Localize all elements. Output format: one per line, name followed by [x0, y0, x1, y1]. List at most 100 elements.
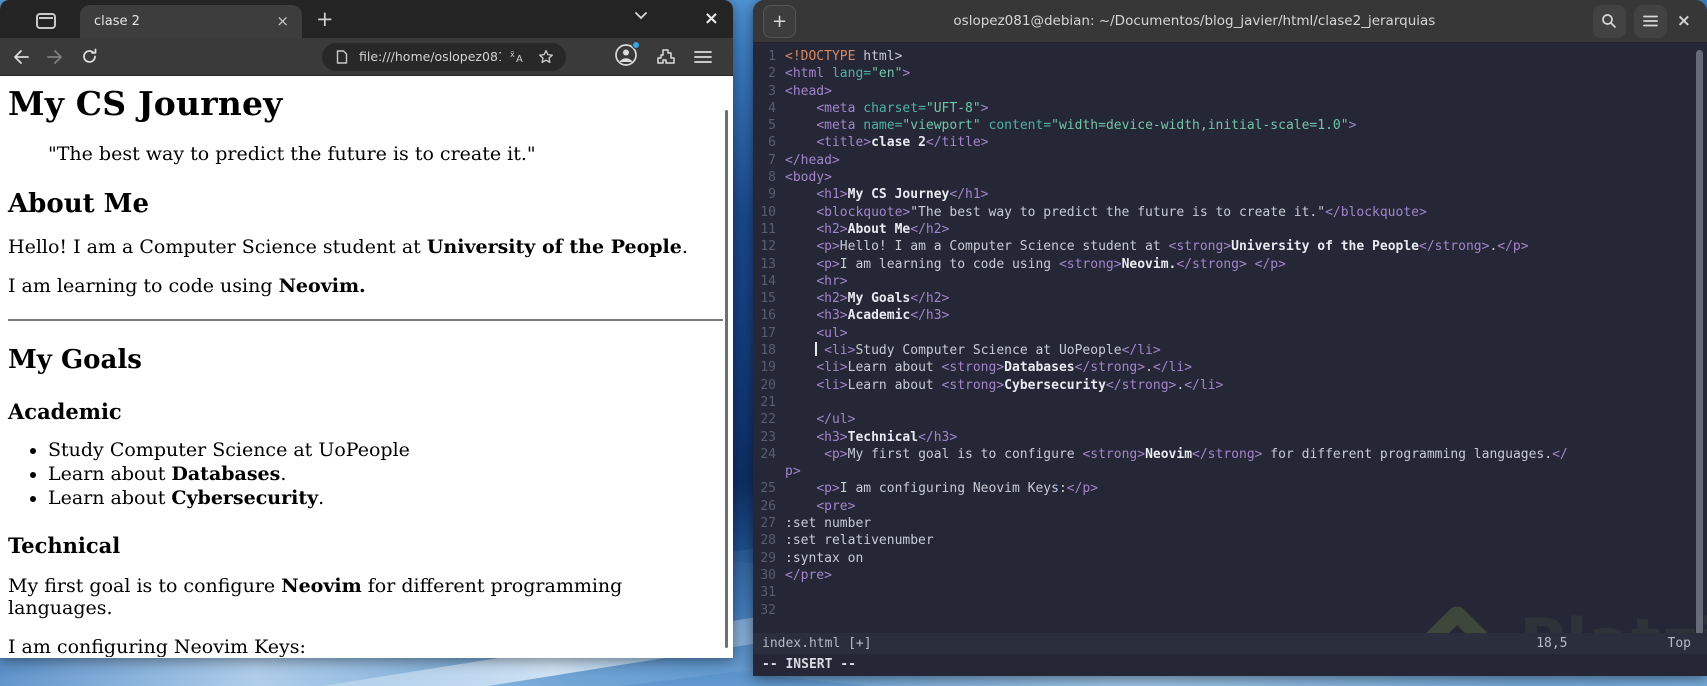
- back-icon[interactable]: [10, 46, 32, 68]
- terminal-window: + oslopez081@debian: ~/Documentos/blog_j…: [753, 0, 1707, 676]
- code-line-23: 23 <h3>Technical</h3>: [753, 429, 1707, 446]
- browser-toolbar: file:///home/oslopez081/Documentos/blog_…: [0, 38, 733, 76]
- code-line-30: 30 </pre>: [753, 567, 1707, 584]
- line-number: 8: [768, 170, 776, 186]
- page-paragraph-learning: I am learning to code using Neovim.: [8, 275, 366, 297]
- line-number: 24: [760, 446, 776, 462]
- chevron-down-icon[interactable]: [630, 4, 652, 26]
- page-h3-technical: Technical: [8, 533, 121, 558]
- page-h2-goals: My Goals: [8, 345, 142, 375]
- line-number: 10: [760, 204, 776, 220]
- browser-menu-icon[interactable]: [692, 46, 714, 68]
- vim-mode-line: -- INSERT --: [753, 654, 1707, 676]
- line-number: 16: [760, 308, 776, 324]
- browser-titlebar: clase 2 × + ×: [0, 0, 733, 38]
- statusline-filename: index.html [+]: [762, 635, 872, 651]
- terminal-header: + oslopez081@debian: ~/Documentos/blog_j…: [753, 0, 1707, 43]
- browser-tab[interactable]: clase 2 ×: [80, 5, 302, 38]
- page-h1: My CS Journey: [8, 84, 283, 123]
- code-line-20: 20 <li>Learn about <strong>Cybersecurity…: [753, 377, 1707, 394]
- page-h3-academic: Academic: [8, 399, 122, 424]
- page-scrollbar[interactable]: [725, 110, 728, 648]
- rendered-page: My CS Journey "The best way to predict t…: [0, 76, 733, 657]
- page-paragraph-keys: I am configuring Neovim Keys:: [8, 636, 306, 657]
- new-tab-button[interactable]: +: [316, 9, 334, 30]
- line-number: 22: [760, 412, 776, 428]
- code-line-12: 12 <p>Hello! I am a Computer Science stu…: [753, 238, 1707, 255]
- profile-avatar[interactable]: [614, 40, 640, 71]
- extensions-icon[interactable]: [654, 46, 676, 68]
- list-item: Learn about Cybersecurity.: [48, 487, 723, 509]
- sync-badge: [632, 40, 640, 49]
- line-number: 12: [760, 239, 776, 255]
- terminal-close-button[interactable]: ×: [1677, 11, 1691, 31]
- page-blockquote: "The best way to predict the future is t…: [48, 143, 536, 165]
- code-line-27: 27:set number: [753, 515, 1707, 532]
- code-area[interactable]: 1 <!DOCTYPE html> 2 <html lang="en"> 3 <head>…: [753, 48, 1707, 619]
- line-number: 19: [760, 360, 776, 376]
- code-line-8: 8 <body>: [753, 169, 1707, 186]
- line-number: 26: [760, 498, 776, 514]
- code-line-29: 29:syntax on: [753, 550, 1707, 567]
- translate-icon[interactable]: x̄ A: [507, 46, 529, 68]
- page-paragraph-goal: My first goal is to configure Neovim for…: [8, 575, 623, 619]
- code-line-2: 2 <html lang="en">: [753, 65, 1707, 82]
- line-number: 20: [760, 377, 776, 393]
- terminal-search-icon[interactable]: [1592, 4, 1626, 38]
- code-line-13: 13 <p>I am learning to code using <stron…: [753, 256, 1707, 273]
- code-line-19: 19 <li>Learn about <strong>Databases</st…: [753, 359, 1707, 376]
- code-line-14: 14 <hr>: [753, 273, 1707, 290]
- browser-close-button[interactable]: ×: [704, 10, 719, 28]
- code-line-16: 16 <h3>Academic</h3>: [753, 307, 1707, 324]
- line-number: 23: [760, 429, 776, 445]
- browser-app-icon: [36, 13, 56, 29]
- line-number: 11: [760, 221, 776, 237]
- line-number: 5: [768, 118, 776, 134]
- reload-icon[interactable]: [78, 46, 100, 68]
- code-line-5: 5 <meta name="viewport" content="width=d…: [753, 117, 1707, 134]
- line-number: 3: [768, 83, 776, 99]
- code-line-1: 1 <!DOCTYPE html>: [753, 48, 1707, 65]
- terminal-new-tab-button[interactable]: +: [763, 4, 796, 38]
- line-number: 14: [760, 273, 776, 289]
- line-number: 25: [760, 481, 776, 497]
- tab-close-icon[interactable]: ×: [271, 12, 294, 31]
- line-number: 31: [760, 585, 776, 601]
- line-number: 27: [760, 516, 776, 532]
- line-number: 21: [760, 394, 776, 410]
- svg-text:x̄: x̄: [510, 50, 515, 59]
- code-line-21: 21: [753, 394, 1707, 411]
- list-item: Learn about Databases.: [48, 463, 723, 485]
- code-line-6: 6 <title>clase 2</title>: [753, 134, 1707, 151]
- scroll-indicator: Top: [1667, 635, 1691, 651]
- url-text[interactable]: file:///home/oslopez081/Documentos/blog_…: [359, 49, 501, 64]
- code-line-26: 26 <pre>: [753, 498, 1707, 515]
- forward-icon[interactable]: [44, 46, 66, 68]
- code-line-17: 17 <ul>: [753, 325, 1707, 342]
- line-number: 32: [760, 602, 776, 618]
- insert-mode-indicator: -- INSERT --: [762, 657, 856, 673]
- page-paragraph-hello: Hello! I am a Computer Science student a…: [8, 236, 688, 258]
- line-number: 17: [760, 325, 776, 341]
- line-number: 1: [768, 49, 776, 64]
- line-number: 4: [768, 100, 776, 116]
- line-number: [753, 463, 785, 480]
- code-line-32: 32: [753, 602, 1707, 619]
- line-number: 2: [768, 66, 776, 82]
- code-line-28: 28:set relativenumber: [753, 532, 1707, 549]
- bookmark-star-icon[interactable]: [535, 46, 557, 68]
- code-line-7: 7 </head>: [753, 152, 1707, 169]
- code-line-15: 15 <h2>My Goals</h2>: [753, 290, 1707, 307]
- url-bar[interactable]: file:///home/oslopez081/Documentos/blog_…: [322, 42, 566, 71]
- line-number: 29: [760, 550, 776, 566]
- terminal-menu-icon[interactable]: [1633, 4, 1667, 38]
- line-number: 15: [760, 291, 776, 307]
- line-number: 30: [760, 567, 776, 583]
- line-number: 28: [760, 533, 776, 549]
- svg-text:A: A: [516, 54, 523, 64]
- list-item: Study Computer Science at UoPeople: [48, 439, 723, 461]
- code-line-10: 10 <blockquote>"The best way to predict …: [753, 204, 1707, 221]
- code-line-11: 11 <h2>About Me</h2>: [753, 221, 1707, 238]
- vim-editor[interactable]: Platzi 1<!DOCTYPE html>2<html lang="en">…: [753, 43, 1707, 676]
- vim-statusline: index.html [+] 18,5 Top: [753, 633, 1707, 654]
